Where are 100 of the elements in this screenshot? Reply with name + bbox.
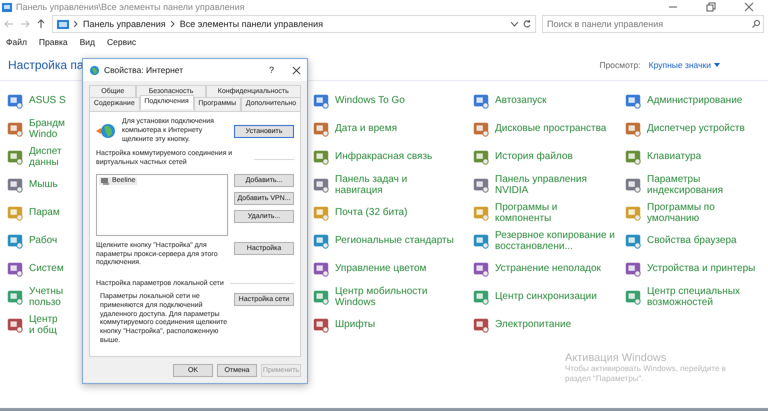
tile-icon — [624, 260, 642, 278]
tile-icon — [6, 120, 24, 138]
folder-icon — [57, 20, 69, 28]
tile-icon — [624, 204, 642, 222]
control-panel-link[interactable]: Windows To Go — [335, 95, 405, 107]
view-dropdown[interactable]: Крупные значки — [648, 60, 720, 70]
dialog-title: Свойства: Интернет — [104, 65, 184, 75]
tile-icon — [6, 176, 24, 194]
tile-icon — [472, 316, 490, 334]
tile-icon — [624, 232, 642, 250]
control-panel-link[interactable]: Центр мобильности Windows — [335, 286, 428, 308]
control-panel-link[interactable]: Мышь — [29, 179, 58, 191]
caret-icon[interactable] — [714, 63, 720, 67]
tile-icon — [6, 232, 24, 250]
control-panel-link[interactable]: Рабоч — [29, 235, 58, 247]
tile-icon — [312, 288, 330, 306]
control-panel-link[interactable]: Администрирование — [647, 95, 742, 107]
control-panel-link[interactable]: Парам — [29, 207, 60, 219]
control-panel-link[interactable]: Панель задач и навигация — [335, 174, 408, 196]
control-panel-link[interactable]: Диспет данны — [29, 146, 62, 168]
tile-icon — [472, 176, 490, 194]
chevron-icon — [170, 21, 175, 27]
control-panel-link[interactable]: Центр синхронизации — [495, 291, 597, 303]
control-panel-link[interactable]: Инфракрасная связь — [335, 151, 432, 163]
control-panel-link[interactable]: Автозапуск — [495, 95, 547, 107]
caret-icon[interactable] — [511, 22, 518, 26]
control-panel-link[interactable]: Региональные стандарты — [335, 235, 454, 247]
breadcrumb[interactable]: Панель управления — [83, 19, 166, 29]
tile-icon — [624, 288, 642, 306]
activation-title: Активация Windows — [565, 352, 668, 364]
control-panel-link[interactable]: Резервное копирование и восстановлени... — [495, 230, 615, 252]
menu-item[interactable]: Правка — [38, 37, 68, 47]
breadcrumb[interactable]: Все элементы панели управления — [180, 19, 324, 29]
control-panel-link[interactable]: Электропитание — [495, 319, 572, 331]
tile-icon — [312, 176, 330, 194]
folder-icon — [2, 2, 12, 12]
control-panel-link[interactable]: Брандм Windo — [29, 118, 65, 140]
control-panel-link[interactable]: Дата и время — [335, 123, 398, 135]
tile-icon — [624, 148, 642, 166]
globe-icon — [89, 64, 100, 76]
control-panel-link[interactable]: Устройства и принтеры — [647, 263, 756, 275]
tile-icon — [6, 204, 24, 222]
tile-icon — [624, 92, 642, 110]
computer-icon — [101, 176, 110, 185]
tile-icon — [6, 288, 24, 306]
up-icon[interactable] — [36, 19, 46, 29]
help-button[interactable]: ? — [268, 65, 274, 75]
tile-icon — [472, 148, 490, 166]
control-panel-link[interactable]: Клавиатура — [647, 151, 702, 163]
control-panel-link[interactable]: Диспетчер устройств — [647, 123, 745, 135]
menu-item[interactable]: Файл — [6, 37, 27, 47]
control-panel-link[interactable]: Систем — [29, 263, 64, 275]
tile-icon — [472, 120, 490, 138]
activation-text: Чтобы активировать Windows, перейдите в раздел "Параметры". — [565, 364, 727, 385]
tile-icon — [312, 204, 330, 222]
view-label: Просмотр: — [599, 60, 641, 70]
tile-icon — [312, 260, 330, 278]
globe-icon — [96, 122, 116, 140]
control-panel-link[interactable]: Устранение неполадок — [495, 263, 601, 275]
tile-icon — [472, 288, 490, 306]
control-panel-link[interactable]: Программы по умолчанию — [647, 202, 715, 224]
control-panel-link[interactable]: Учетны пользо — [29, 286, 64, 308]
control-panel-link[interactable]: ASUS S — [29, 95, 66, 107]
control-panel-link[interactable]: Свойства браузера — [647, 235, 737, 247]
control-panel-link[interactable]: Центр специальных возможностей — [647, 286, 740, 308]
control-panel-link[interactable]: История файлов — [495, 151, 573, 163]
close-icon[interactable] — [744, 2, 754, 12]
search-field[interactable]: Поиск в панели управления — [542, 15, 764, 33]
tile-icon — [6, 148, 24, 166]
window-title: Панель управления\Все элементы панели управления — [16, 2, 245, 12]
tile-icon — [6, 92, 24, 110]
menu-item[interactable]: Сервис — [107, 37, 136, 47]
tile-icon — [312, 92, 330, 110]
search-icon — [752, 20, 760, 28]
chevron-icon — [74, 21, 78, 27]
refresh-icon[interactable] — [523, 20, 531, 28]
tile-icon — [312, 120, 330, 138]
tile-icon — [472, 260, 490, 278]
control-panel-link[interactable]: Управление цветом — [335, 263, 426, 275]
tile-icon — [312, 148, 330, 166]
tile-icon — [624, 176, 642, 194]
restore-icon[interactable] — [706, 2, 716, 12]
tile-icon — [624, 120, 642, 138]
control-panel-link[interactable]: Дисковые пространства — [495, 123, 606, 135]
close-icon[interactable] — [292, 66, 301, 74]
control-panel-link[interactable]: Программы и компоненты — [495, 202, 558, 224]
tile-icon — [6, 316, 24, 334]
tile-icon — [472, 92, 490, 110]
tile-icon — [312, 232, 330, 250]
tile-icon — [312, 316, 330, 334]
tile-icon — [6, 260, 24, 278]
control-panel-link[interactable]: Панель управления NVIDIA — [495, 174, 587, 196]
control-panel-link[interactable]: Центр и общ — [29, 314, 58, 336]
menu-item[interactable]: Вид — [80, 37, 96, 47]
control-panel-link[interactable]: Почта (32 бита) — [335, 207, 408, 219]
tile-icon — [472, 204, 490, 222]
address-bar[interactable]: Панель управления Все элементы панели управления — [52, 15, 536, 33]
control-panel-link[interactable]: Шрифты — [335, 319, 376, 331]
tile-icon — [472, 232, 490, 250]
control-panel-link[interactable]: Параметры индексирования — [647, 174, 723, 196]
